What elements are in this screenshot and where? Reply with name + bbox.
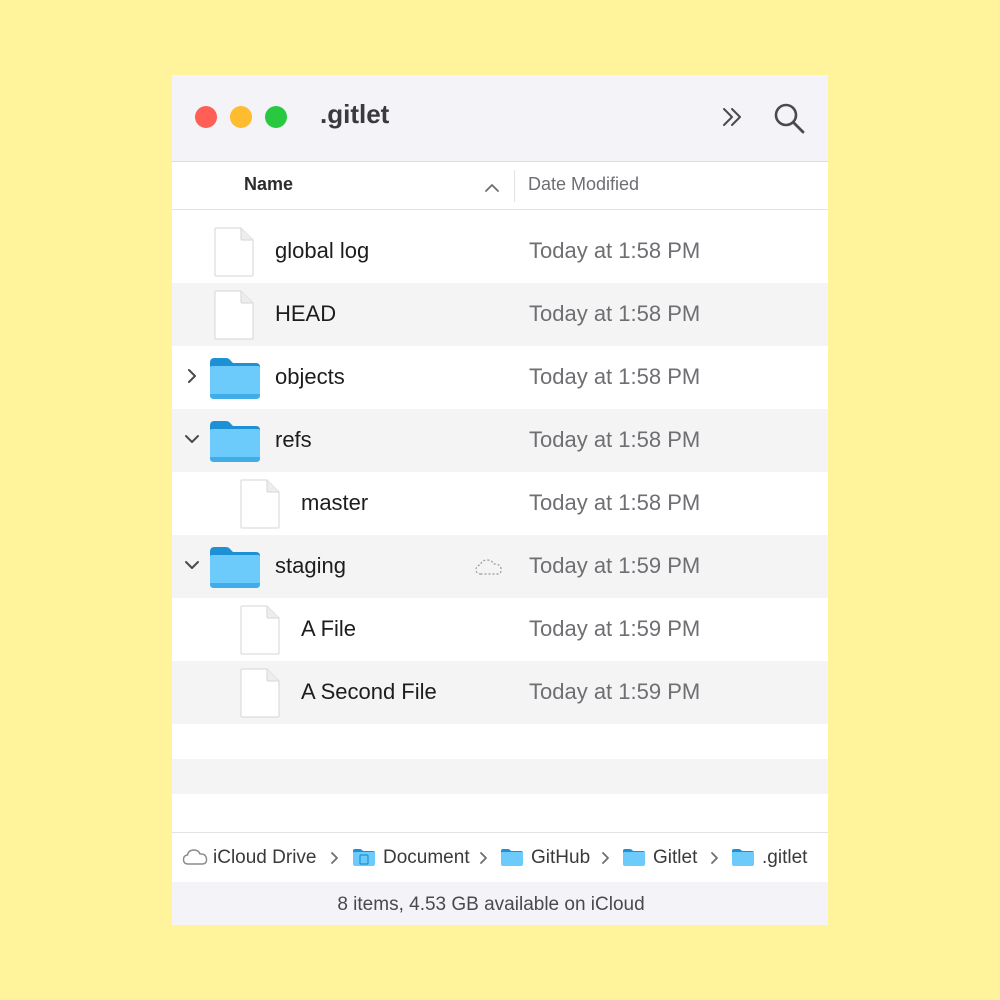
window-title: .gitlet <box>320 99 390 129</box>
status-bar: 8 items, 4.53 GB available on iCloud <box>172 882 828 925</box>
chevron-right-icon <box>710 851 720 870</box>
item-date: Today at 1:59 PM <box>529 553 701 578</box>
list-item[interactable]: HEAD Today at 1:58 PM <box>172 283 828 346</box>
list-item[interactable]: global log Today at 1:58 PM <box>172 220 828 283</box>
chevron-double-right-icon[interactable] <box>720 105 744 134</box>
chevron-down-icon[interactable] <box>184 557 200 578</box>
document-icon <box>214 227 254 282</box>
column-divider[interactable] <box>514 170 515 202</box>
item-date: Today at 1:59 PM <box>529 679 701 704</box>
list-item[interactable]: objects Today at 1:58 PM <box>172 346 828 409</box>
folder-icon <box>208 544 262 595</box>
path-bar: iCloud Drive Document GitHub Gitlet .git… <box>172 832 828 883</box>
empty-row <box>172 794 828 829</box>
item-name: staging <box>275 553 346 578</box>
chevron-right-icon <box>330 851 340 870</box>
sort-ascending-icon[interactable] <box>484 180 500 198</box>
breadcrumb-item[interactable]: iCloud Drive <box>213 847 316 869</box>
list-item[interactable]: master Today at 1:58 PM <box>172 472 828 535</box>
minimize-button[interactable] <box>230 106 252 128</box>
close-button[interactable] <box>195 106 217 128</box>
item-name: HEAD <box>275 301 337 326</box>
document-icon <box>214 290 254 345</box>
breadcrumb-item[interactable]: GitHub <box>531 847 590 869</box>
list-item[interactable]: A Second File Today at 1:59 PM <box>172 661 828 724</box>
folder-icon <box>500 847 524 872</box>
empty-row <box>172 724 828 759</box>
column-header-name[interactable]: Name <box>244 174 293 195</box>
item-date: Today at 1:58 PM <box>529 427 701 452</box>
item-name: master <box>301 490 369 515</box>
empty-row <box>172 759 828 794</box>
status-text: 8 items, 4.53 GB available on iCloud <box>337 894 645 915</box>
item-date: Today at 1:58 PM <box>529 364 701 389</box>
document-icon <box>240 668 280 723</box>
item-date: Today at 1:59 PM <box>529 616 701 641</box>
list-item[interactable]: staging Today at 1:59 PM <box>172 535 828 598</box>
item-date: Today at 1:58 PM <box>529 301 701 326</box>
item-name: A File <box>301 616 357 641</box>
item-date: Today at 1:58 PM <box>529 490 701 515</box>
zoom-button[interactable] <box>265 106 287 128</box>
cloud-icon <box>182 848 208 871</box>
document-icon <box>240 605 280 660</box>
list-item[interactable]: A File Today at 1:59 PM <box>172 598 828 661</box>
magnifying-glass-icon[interactable] <box>772 101 806 140</box>
title-bar: .gitlet <box>172 75 828 162</box>
item-name: global log <box>275 238 370 263</box>
cloud-dashed-icon[interactable] <box>474 557 504 582</box>
chevron-right-icon[interactable] <box>184 368 200 389</box>
chevron-down-icon[interactable] <box>184 431 200 452</box>
column-header-date-modified[interactable]: Date Modified <box>528 174 639 195</box>
file-list: global log Today at 1:58 PM HEAD Today a… <box>172 220 828 724</box>
documents-folder-icon <box>352 847 376 872</box>
item-name: A Second File <box>301 679 437 704</box>
breadcrumb-item[interactable]: .gitlet <box>762 847 807 869</box>
chevron-right-icon <box>479 851 489 870</box>
item-date: Today at 1:58 PM <box>529 238 701 263</box>
item-name: objects <box>275 364 345 389</box>
breadcrumb-item[interactable]: Gitlet <box>653 847 697 869</box>
column-header: Name Date Modified <box>172 162 828 210</box>
folder-icon <box>731 847 755 872</box>
list-item[interactable]: refs Today at 1:58 PM <box>172 409 828 472</box>
breadcrumb-item[interactable]: Document <box>383 847 478 869</box>
finder-window: .gitlet Name Date Modified global log To… <box>172 75 828 925</box>
item-name: refs <box>275 427 312 452</box>
document-icon <box>240 479 280 534</box>
folder-icon <box>208 418 262 469</box>
folder-icon <box>208 355 262 406</box>
chevron-right-icon <box>601 851 611 870</box>
folder-icon <box>622 847 646 872</box>
